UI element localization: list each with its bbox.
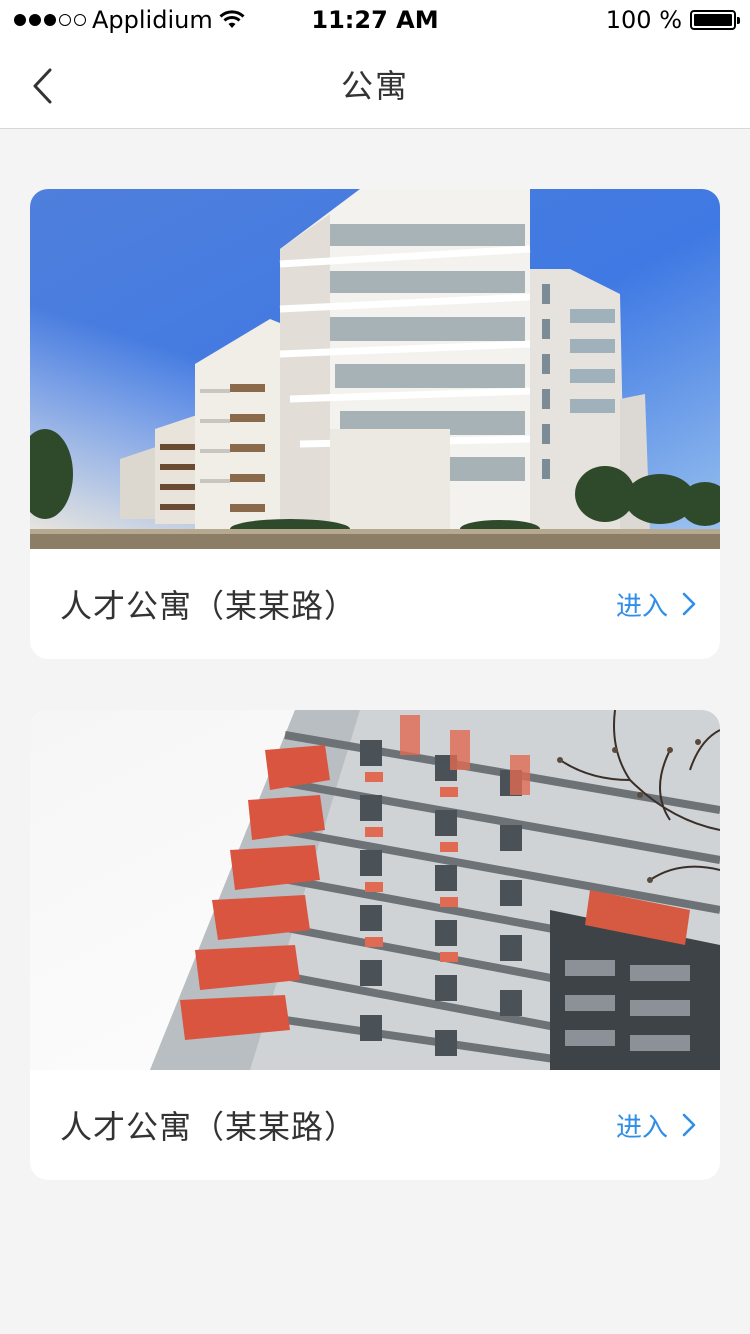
navigation-bar: 公寓 [0,40,750,129]
apartment-card[interactable]: 人才公寓（某某路） 进入 [30,710,720,1180]
carrier-name: Applidium [92,6,213,34]
card-footer: 人才公寓（某某路） 进入 [30,549,720,659]
chevron-right-icon [682,592,696,616]
card-footer: 人才公寓（某某路） 进入 [30,1070,720,1180]
apartment-card[interactable]: 人才公寓（某某路） 进入 [30,189,720,659]
page-title: 公寓 [340,67,409,105]
wifi-icon [219,10,245,28]
battery-icon [690,10,740,30]
battery-percent: 100 % [605,6,682,34]
enter-button[interactable]: 进入 [616,586,696,623]
status-left: Applidium [14,6,245,34]
status-bar: Applidium 11:27 AM 100 % [0,0,750,40]
apartment-photo [30,189,720,549]
apartment-title: 人才公寓（某某路） [60,1108,358,1146]
status-right: 100 % [605,6,740,34]
apartment-title: 人才公寓（某某路） [60,587,358,625]
chevron-left-icon [33,68,52,104]
enter-button[interactable]: 进入 [616,1107,696,1144]
enter-label: 进入 [615,1112,668,1143]
signal-strength-icon [14,14,86,26]
apartment-photo [30,710,720,1070]
chevron-right-icon [682,1113,696,1137]
enter-label: 进入 [615,591,668,622]
apartment-list: 人才公寓（某某路） 进入 人才公寓（某某路） 进入 [30,189,720,1231]
back-button[interactable] [22,64,62,108]
